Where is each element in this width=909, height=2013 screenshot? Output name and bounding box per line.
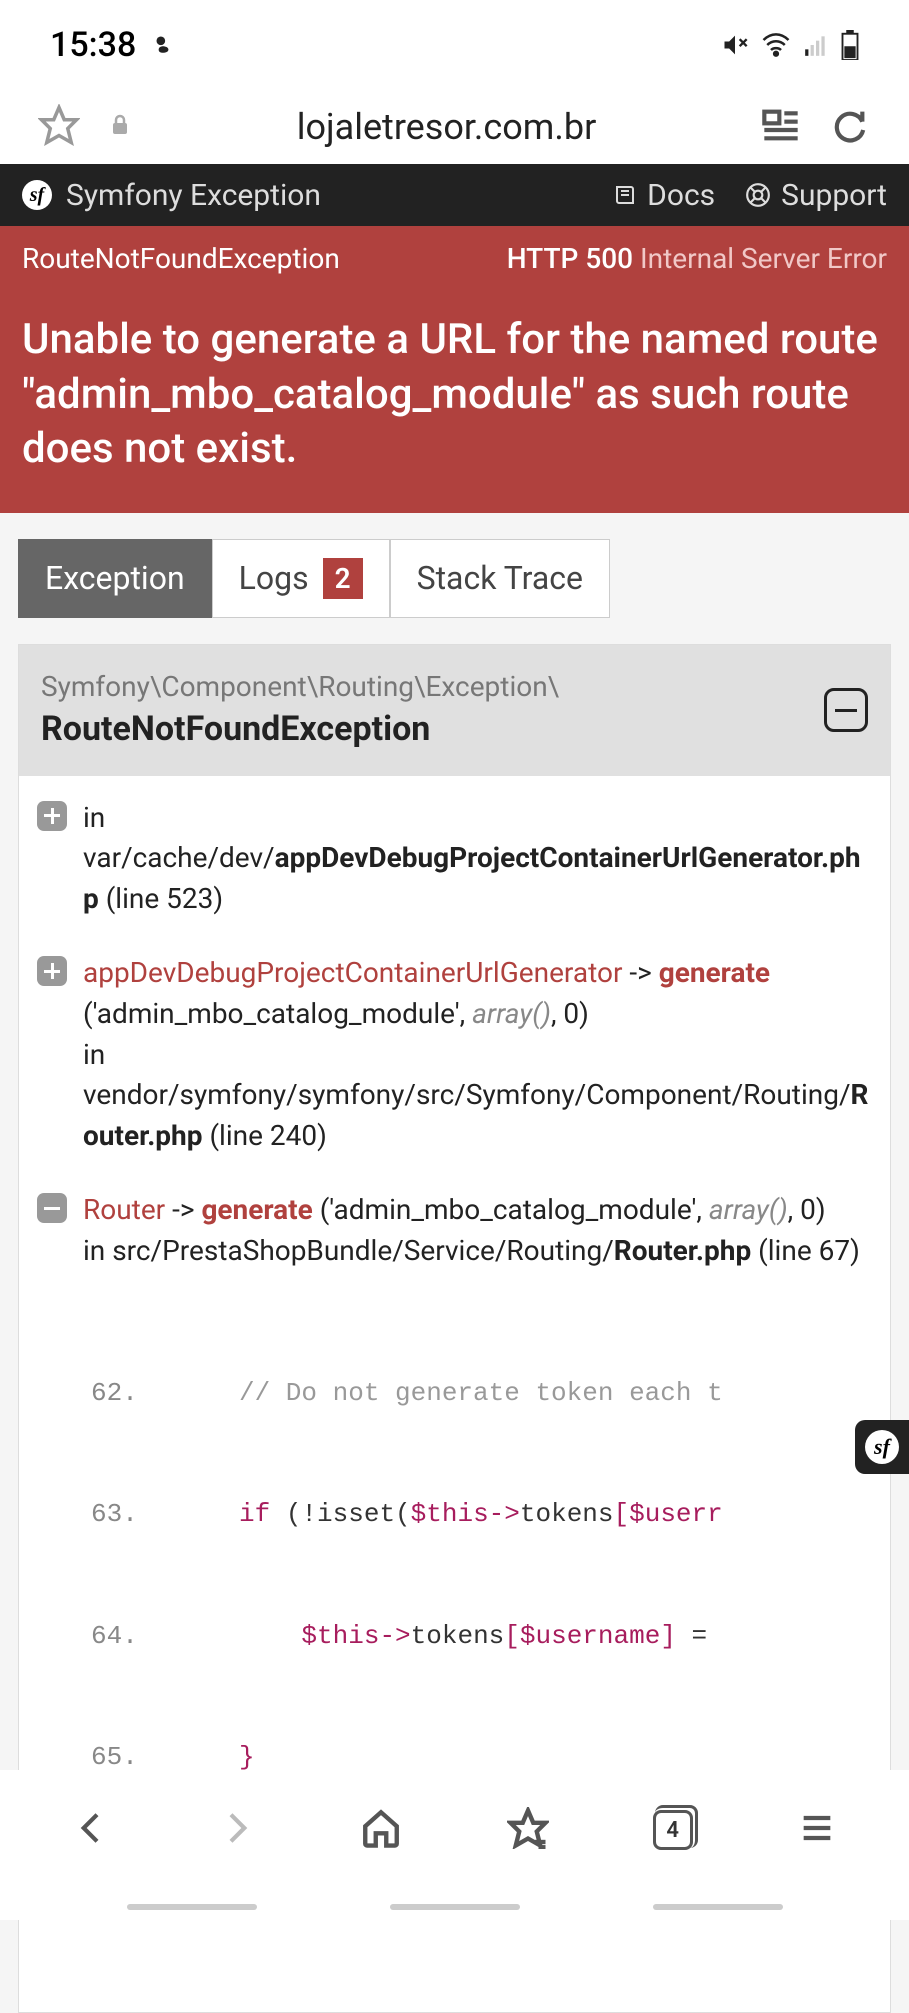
reload-icon[interactable] (829, 105, 869, 149)
reader-mode-icon[interactable] (761, 105, 801, 149)
bookmarks-icon[interactable] (507, 1807, 549, 1853)
lock-icon (108, 113, 132, 141)
symfony-header-title: Symfony Exception (66, 178, 321, 213)
expand-icon[interactable] (37, 801, 67, 831)
tabs: Exception Logs 2 Stack Trace (18, 539, 891, 618)
gesture-bar (0, 1904, 909, 1910)
tab-logs[interactable]: Logs 2 (212, 539, 390, 618)
symfony-header: sf Symfony Exception Docs Support (0, 164, 909, 226)
battery-icon (841, 30, 859, 60)
trace-item: appDevDebugProjectContainerUrlGenerator … (37, 953, 872, 1156)
expand-icon[interactable] (37, 956, 67, 986)
symfony-logo-icon: sf (22, 180, 52, 210)
error-message: Unable to generate a URL for the named r… (0, 291, 909, 513)
collapse-icon[interactable] (37, 1193, 67, 1223)
clock-time: 15:38 (50, 25, 136, 65)
browser-bottom-nav: 4 (0, 1770, 909, 1920)
exception-panel-header[interactable]: Symfony\Component\Routing\Exception\ Rou… (19, 645, 890, 776)
logs-count-badge: 2 (323, 558, 363, 599)
life-ring-icon (745, 182, 771, 208)
tab-count: 4 (653, 1810, 693, 1850)
forward-icon[interactable] (216, 1808, 256, 1852)
docs-link[interactable]: Docs (613, 178, 715, 213)
error-summary-bar: RouteNotFoundException HTTP 500 Internal… (0, 226, 909, 291)
trace-text: appDevDebugProjectContainerUrlGenerator … (83, 953, 872, 1156)
menu-icon[interactable] (797, 1808, 837, 1852)
tab-exception[interactable]: Exception (18, 539, 212, 618)
tab-stack-trace[interactable]: Stack Trace (390, 539, 610, 618)
bookmark-star-icon[interactable] (38, 104, 80, 150)
symfony-logo-icon: sf (865, 1430, 899, 1464)
support-link[interactable]: Support (745, 178, 887, 213)
book-icon (613, 183, 637, 207)
exception-namespace: Symfony\Component\Routing\Exception\ (41, 667, 559, 706)
url-text[interactable]: lojaletresor.com.br (160, 106, 733, 148)
collapse-icon[interactable] (824, 688, 868, 732)
trace-text: in var/cache/dev/appDevDebugProjectConta… (83, 798, 872, 920)
tabs-icon[interactable]: 4 (653, 1810, 693, 1850)
symfony-toolbar-button[interactable]: sf (855, 1420, 909, 1474)
browser-address-bar: lojaletresor.com.br (0, 90, 909, 164)
exception-class: RouteNotFoundException (41, 706, 559, 754)
trace-item: in var/cache/dev/appDevDebugProjectConta… (37, 798, 872, 920)
back-icon[interactable] (72, 1808, 112, 1852)
http-status: HTTP 500 Internal Server Error (507, 242, 887, 275)
home-icon[interactable] (360, 1807, 402, 1853)
exception-name: RouteNotFoundException (22, 242, 340, 275)
signal-icon (803, 32, 829, 58)
weather-icon (150, 25, 176, 65)
wifi-icon (761, 30, 791, 60)
status-bar: 15:38 (0, 0, 909, 90)
mute-icon (721, 31, 749, 59)
